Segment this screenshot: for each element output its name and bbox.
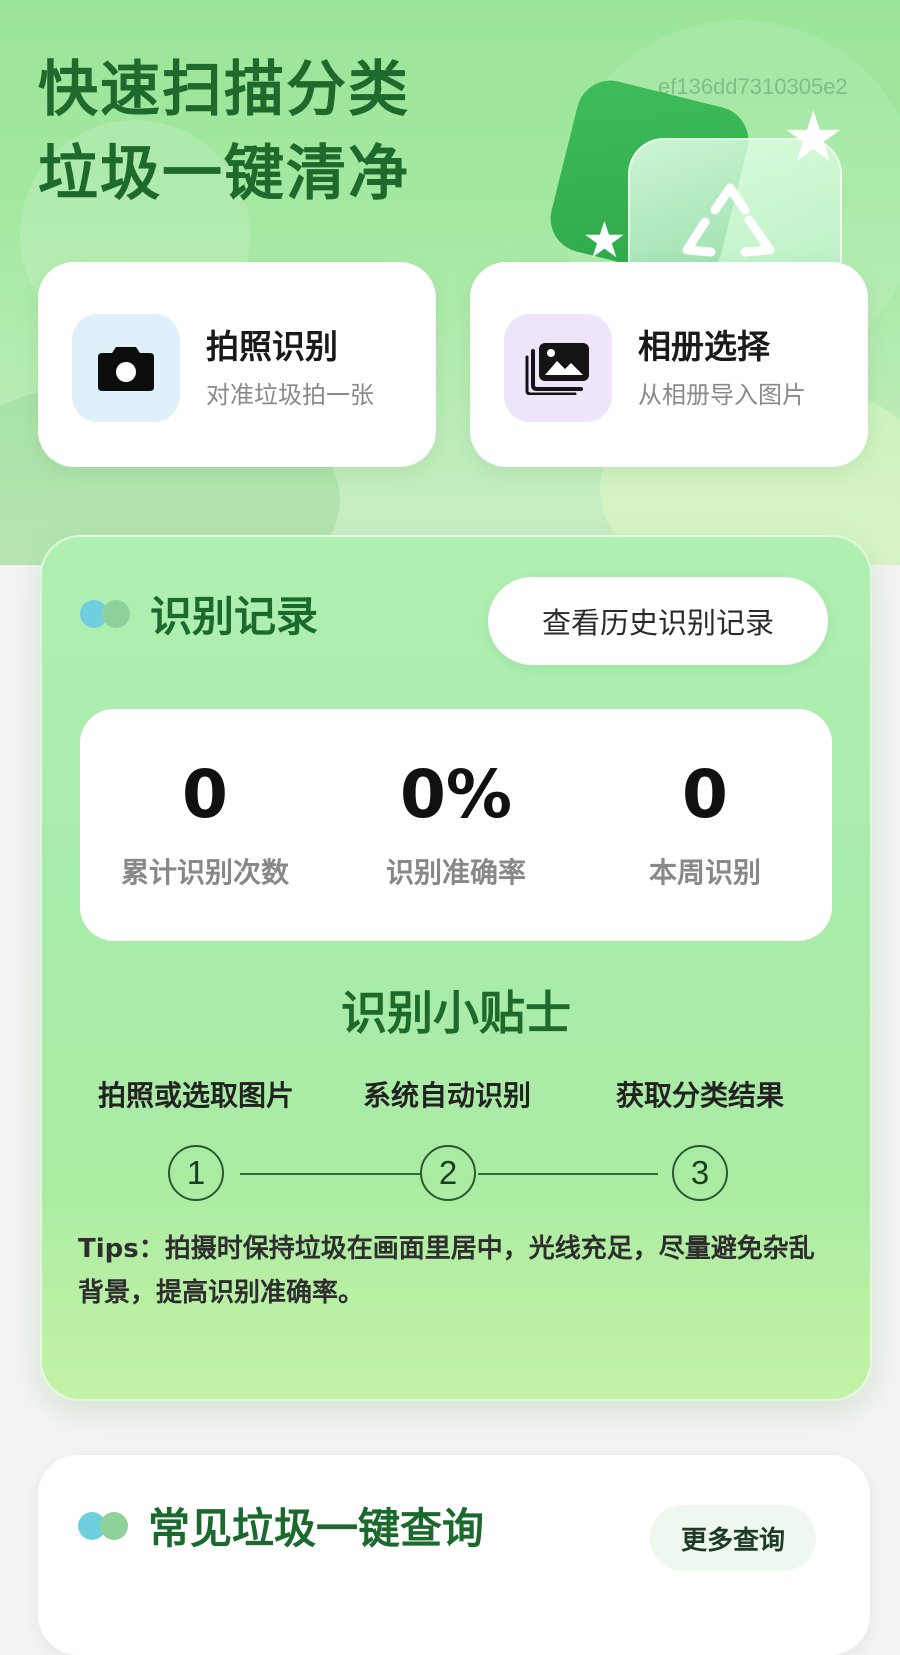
gallery-icon	[525, 343, 589, 395]
recycle-icon	[682, 183, 775, 257]
star-icon: ★	[782, 96, 845, 178]
section-dots-icon	[80, 599, 130, 628]
stat-accuracy: 0% 识别准确率	[331, 755, 581, 891]
stat-value: 0%	[399, 756, 513, 833]
stat-value: 0	[182, 756, 228, 833]
step-label: 系统自动识别	[362, 1079, 531, 1112]
step-number-circle: 2	[420, 1145, 476, 1201]
view-history-button[interactable]: 查看历史识别记录	[488, 577, 828, 665]
star-icon: ★	[582, 211, 627, 269]
stat-label: 识别准确率	[385, 856, 526, 889]
stat-label: 本周识别	[648, 856, 761, 889]
dot-green	[100, 1511, 128, 1540]
recognition-record-panel: 识别记录 查看历史识别记录 0 累计识别次数 0% 识别准确率 0 本周识别 识…	[40, 535, 872, 1401]
camera-card-subtitle: 对准垃圾拍一张	[206, 381, 374, 409]
gallery-icon-tile	[504, 314, 612, 422]
tips-text: Tips：拍摄时保持垃圾在画面里居中，光线充足，尽量避免杂乱背景，提高识别准确率…	[78, 1234, 815, 1308]
section-dots-icon	[78, 1511, 128, 1540]
stat-weekly: 0 本周识别	[580, 755, 830, 891]
record-section-title: 识别记录	[150, 592, 319, 641]
camera-icon	[98, 347, 154, 391]
stats-card: 0 累计识别次数 0% 识别准确率 0 本周识别	[80, 709, 832, 941]
hero-title-line1: 快速扫描分类	[38, 55, 410, 125]
step-connector-line	[478, 1173, 658, 1175]
step-number-circle: 1	[168, 1145, 224, 1201]
query-section-title: 常见垃圾一键查询	[148, 1504, 485, 1553]
album-card-subtitle: 从相册导入图片	[638, 381, 806, 409]
common-query-card: 常见垃圾一键查询 更多查询	[38, 1455, 870, 1655]
step-label: 拍照或选取图片	[97, 1079, 294, 1112]
hero-title-line2: 垃圾一键清净	[38, 139, 410, 209]
camera-icon-tile	[72, 314, 180, 422]
step-connector-line	[240, 1173, 420, 1175]
hash-watermark: ef136dd7310305e2	[658, 74, 848, 99]
album-select-card[interactable]: 相册选择 从相册导入图片	[470, 262, 868, 467]
step-label: 获取分类结果	[615, 1079, 784, 1112]
stat-value: 0	[682, 756, 728, 833]
tips-title: 识别小贴士	[341, 986, 571, 1040]
camera-card-title: 拍照识别	[206, 327, 338, 366]
more-query-button[interactable]: 更多查询	[650, 1505, 816, 1571]
dot-green	[102, 599, 130, 628]
stat-total-count: 0 累计识别次数	[80, 755, 330, 891]
record-section-header: 识别记录	[80, 583, 318, 644]
album-card-title: 相册选择	[638, 327, 770, 366]
hero-title: 快速扫描分类 垃圾一键清净	[38, 48, 410, 216]
stat-label: 累计识别次数	[120, 856, 289, 889]
camera-recognition-card[interactable]: 拍照识别 对准垃圾拍一张	[38, 262, 436, 467]
query-section-header: 常见垃圾一键查询	[78, 1495, 484, 1556]
step-number-circle: 3	[672, 1145, 728, 1201]
recycle-illustration: ★ ★	[543, 73, 880, 332]
